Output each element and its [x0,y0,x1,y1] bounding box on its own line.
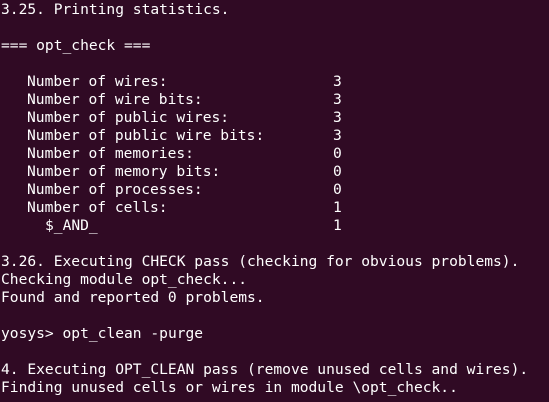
stat-value: 0 [333,181,342,198]
stat-label: Number of memory bits: [27,163,221,180]
stat-row-memories: Number of memories: 0 [0,145,549,163]
stat-value: 3 [333,127,342,144]
stat-row-wires: Number of wires: 3 [0,73,549,91]
stat-row-processes: Number of processes: 0 [0,181,549,199]
stat-row-cells: Number of cells: 1 [0,199,549,217]
stat-label: Number of cells: [27,199,168,216]
stat-value: 0 [333,163,342,180]
command-line[interactable]: yosys> opt_clean -purge [0,325,549,343]
stat-label: Number of wires: [27,73,168,90]
section-heading: 3.26. Executing CHECK pass (checking for… [1,253,520,270]
section-heading: 3.25. Printing statistics. [1,1,230,18]
stat-value: 3 [333,91,342,108]
stat-label: Number of public wires: [27,109,230,126]
stat-value: 0 [333,145,342,162]
stat-value: 3 [333,109,342,126]
stat-label: Number of public wire bits: [27,127,265,144]
stat-row-public-wires: Number of public wires: 3 [0,109,549,127]
output-line: Finding unused cells or wires in module … [1,379,458,396]
cell-type-value: 1 [333,217,342,234]
stat-row-memory-bits: Number of memory bits: 0 [0,163,549,181]
stat-row-wire-bits: Number of wire bits: 3 [0,91,549,109]
stat-label: Number of wire bits: [27,91,203,108]
stat-label: Number of processes: [27,181,203,198]
terminal-window[interactable]: 3.25. Printing statistics. === opt_check… [0,0,549,402]
stat-value: 1 [333,199,342,216]
stat-value: 3 [333,73,342,90]
output-line: Checking module opt_check... [1,271,248,288]
cell-type-label: $_AND_ [45,217,98,234]
shell-prompt: yosys> [1,325,54,342]
section-heading: 4. Executing OPT_CLEAN pass (remove unus… [1,361,529,378]
command-text: opt_clean -purge [62,325,204,342]
module-header: === opt_check === [1,37,151,54]
output-line: Found and reported 0 problems. [1,289,265,306]
stat-row-public-wire-bits: Number of public wire bits: 3 [0,127,549,145]
stat-label: Number of memories: [27,145,194,162]
stat-row-cell-type: $_AND_ 1 [0,217,549,235]
